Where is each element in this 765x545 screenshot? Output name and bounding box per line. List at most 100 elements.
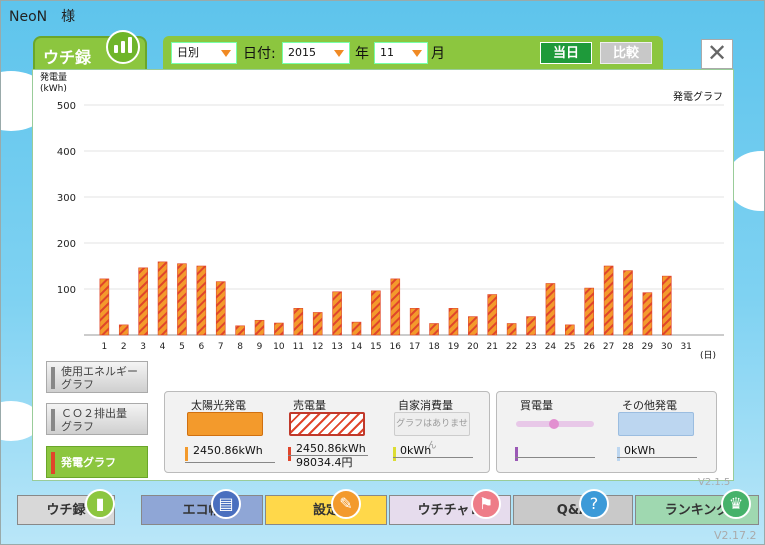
dropdown-arrow-icon [221,50,231,57]
bar-day-29 [642,292,653,336]
wrench-icon: ✎ [331,489,361,519]
generation-graph-button[interactable]: 発電グラフ [46,446,148,478]
nav-qa[interactable]: Q&A [513,495,633,525]
x-tick-label: 2 [121,342,127,352]
period-select-value: 日別 [177,46,199,59]
y-tick-label: 200 [57,239,76,250]
date-label: 日付: [243,46,276,62]
x-tick-label: 5 [179,342,185,352]
energy-usage-graph-button[interactable]: 使用エネルギー グラフ [46,361,148,393]
nav-label: ウチ録 [46,503,86,518]
year-select-value: 2015 [288,46,316,59]
notebook-icon: ▤ [211,489,241,519]
bar-day-10 [274,322,284,336]
x-tick-label: 8 [237,342,243,352]
question-icon: ? [579,489,609,519]
sold-marker [288,447,291,461]
bar-day-30 [661,275,672,336]
x-tick-label: 12 [312,342,323,352]
bar-day-2 [118,324,129,336]
month-label: 月 [431,46,445,62]
bar-day-1 [99,278,110,336]
x-tick-label: 1 [101,342,107,352]
x-tick-label: 20 [467,342,479,352]
bar-day-24 [545,283,556,336]
x-tick-label: 15 [370,342,381,352]
bar-day-28 [623,270,633,336]
self-consumption-label: 自家消費量 [398,399,453,412]
bar-day-6 [196,265,207,336]
x-tick-label: 6 [198,342,204,352]
bought-label: 買電量 [520,399,553,412]
nav-ecocho[interactable]: エコ帳 [141,495,263,525]
solar-value: 2450.86kWh [193,444,263,457]
x-tick-label: 26 [583,342,595,352]
today-button[interactable]: 当日 [540,42,592,64]
bar-day-18 [429,323,439,336]
other-marker [617,447,620,461]
bar-day-5 [177,263,187,336]
tab-label: ウチ録 [43,48,92,67]
bar-day-8 [235,325,245,336]
bar-day-15 [371,290,381,336]
y-axis-title: 発電量 (kWh) [40,73,67,95]
nav-settings[interactable]: 設定 [265,495,387,525]
x-tick-label: 10 [273,342,285,352]
compare-button[interactable]: 比較 [600,42,652,64]
sold-yen: 98034.4円 [296,456,353,469]
divider [393,457,473,458]
tab-uchiroku[interactable]: ウチ録 [33,30,147,70]
y-tick-label: 500 [57,101,76,112]
app-window: NeoN 様 ウチ録 日別 日付: 2015 年 11 月 当日 比較 ✕ 発電… [0,0,765,545]
divider [185,462,275,463]
bar-day-27 [603,265,614,336]
crown-icon: ♛ [721,489,751,519]
user-name: NeoN 様 [9,9,76,25]
bar-day-25 [565,324,575,336]
x-tick-label: 25 [564,342,575,352]
divider [288,455,368,456]
app-version: V2.17.2 [714,529,757,542]
year-select[interactable]: 2015 [282,42,350,64]
month-select[interactable]: 11 [374,42,428,64]
other-value: 0kWh [624,444,656,457]
year-label: 年 [355,46,369,62]
bar-day-7 [215,281,226,336]
bar-day-14 [351,321,362,336]
x-tick-label: 23 [525,342,536,352]
x-tick-label: 29 [642,342,654,352]
divider [617,457,697,458]
other-swatch [618,412,694,436]
bar-day-19 [448,308,459,336]
y-tick-label: 400 [57,147,76,158]
toolbar: 日別 日付: 2015 年 11 月 当日 比較 [163,36,663,70]
self-consumption-swatch: グラフはありません [394,412,470,451]
x-tick-label: 4 [160,342,166,352]
close-button[interactable]: ✕ [701,39,733,69]
self-consumption-marker [393,447,396,461]
x-tick-label: 3 [140,342,146,352]
x-tick-label: 31 [680,342,691,352]
dropdown-arrow-icon [412,50,422,57]
bar-day-16 [390,278,401,336]
x-tick-label: 14 [351,342,363,352]
x-tick-label: 22 [506,342,517,352]
x-tick-label: 28 [622,342,634,352]
y-tick-label: 100 [57,285,76,296]
y-tick-label: 300 [57,193,76,204]
sold-swatch [289,412,365,436]
bought-marker [515,447,518,461]
co2-graph-button[interactable]: ＣＯ２排出量 グラフ [46,403,148,435]
bar-day-11 [293,308,304,336]
period-select[interactable]: 日別 [171,42,237,64]
bar-day-17 [409,308,420,336]
y-axis-title-text: 発電量 [40,73,68,83]
solar-marker [185,447,188,461]
bar-day-4 [157,261,168,336]
bar-day-3 [138,267,148,336]
bar-day-21 [487,294,498,336]
chart-icon [106,30,140,64]
x-tick-label: 11 [293,342,304,352]
bar-day-12 [312,312,323,336]
bought-slider-knob [549,419,559,429]
